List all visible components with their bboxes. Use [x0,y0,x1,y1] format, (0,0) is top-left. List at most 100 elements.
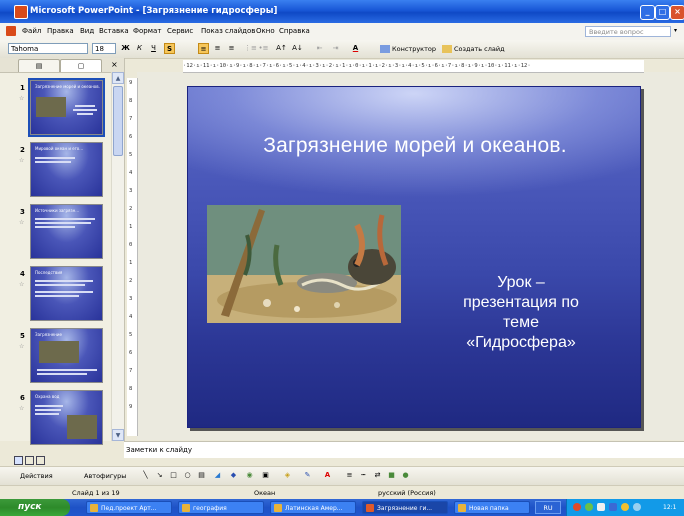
normal-view-icon[interactable] [14,456,23,465]
menu-format[interactable]: Формат [133,27,161,35]
taskbar-item[interactable]: география [178,501,264,514]
ie-icon [90,504,98,512]
scroll-thumb[interactable] [113,86,123,156]
actions-menu[interactable]: Действия [20,472,53,480]
slide-thumbnail-3[interactable]: Источники загрязн… [30,204,103,259]
numbering-icon[interactable]: ⋮≡ [244,43,257,54]
close-panel-icon[interactable]: × [111,60,118,69]
diagram-icon[interactable]: ◆ [228,470,239,481]
sorter-view-icon[interactable] [25,456,34,465]
tray-icon[interactable] [609,503,617,511]
thumbnail-title: Источники загрязн… [35,208,80,213]
bullets-icon[interactable]: •≡ [258,43,269,54]
tray-icon[interactable] [621,503,629,511]
text-color-icon[interactable]: A [322,470,333,481]
clock[interactable]: 12:1 [663,499,676,516]
picture-icon[interactable]: ▣ [260,470,271,481]
slideshow-view-icon[interactable] [36,456,45,465]
align-center-button[interactable]: ≡ [212,43,223,54]
notes-pane[interactable]: Заметки к слайду [124,441,684,458]
designer-button[interactable]: Конструктор [392,45,436,53]
thumbnail-title: Охрана вод [35,394,60,399]
increase-indent-icon[interactable]: ⇥ [330,43,341,54]
language-indicator[interactable]: RU [535,501,561,514]
font-size-field[interactable]: 18 [92,43,116,54]
ruler-tick: 7 [129,368,133,374]
menu-file[interactable]: Файл [22,27,41,35]
shadow-button[interactable]: S [164,43,175,54]
textbox-icon[interactable]: ▤ [196,470,207,481]
thumbnail-text-line [37,373,87,375]
slide-subtitle[interactable]: Урок – презентация по теме «Гидросфера» [436,273,606,353]
tab-outline[interactable]: ▤ [18,59,60,72]
fill-color-icon[interactable]: ◈ [282,470,293,481]
menu-insert[interactable]: Вставка [99,27,129,35]
line-style-icon[interactable]: ≡ [344,470,355,481]
scroll-down-icon[interactable]: ▼ [112,429,124,441]
start-button[interactable]: пуск [0,499,70,516]
decrease-indent-icon[interactable]: ⇤ [314,43,325,54]
clipart-icon[interactable]: ◉ [244,470,255,481]
arrow-style-icon[interactable]: ⇄ [372,470,383,481]
taskbar-item-active[interactable]: Загрязнение ги... [362,501,448,514]
font-name-field[interactable]: Tahoma [8,43,88,54]
designer-icon[interactable] [380,45,390,53]
folder-icon [458,504,466,512]
italic-button[interactable]: К [134,43,145,54]
slide-thumbnail-2[interactable]: Мировой океан и его… [30,142,103,197]
close-button[interactable]: × [670,5,684,20]
system-tray: 12:1 [566,499,684,516]
scroll-up-icon[interactable]: ▲ [112,72,124,84]
increase-font-icon[interactable]: A↑ [276,43,287,54]
slides-scrollbar[interactable]: ▲ ▼ [111,72,124,441]
slide-title[interactable]: Загрязнение морей и океанов. [188,134,640,158]
slide-thumbnail-6[interactable]: Охрана вод [30,390,103,445]
align-right-button[interactable]: ≡ [226,43,237,54]
underwater-picture[interactable] [207,205,401,323]
taskbar-item-label: Латинская Амер... [285,505,343,512]
slide-thumbnail-1[interactable]: Загрязнение морей и океанов. [28,78,105,137]
slide-thumbnail-5[interactable]: Загрязнение [30,328,103,383]
powerpoint-app-icon[interactable] [14,5,28,19]
3d-style-icon[interactable]: ● [400,470,411,481]
line-icon[interactable]: ╲ [140,470,151,481]
menu-help[interactable]: Справка [279,27,310,35]
document-icon[interactable] [6,26,16,36]
taskbar-item[interactable]: Пед.проект Арт... [86,501,172,514]
new-slide-icon[interactable] [442,45,452,53]
font-color-button[interactable]: A [350,43,361,54]
slide-thumbnail-4[interactable]: Последствия [30,266,103,321]
maximize-button[interactable]: □ [655,5,670,20]
oval-icon[interactable]: ○ [182,470,193,481]
decrease-font-icon[interactable]: A↓ [292,43,303,54]
minimize-button[interactable]: _ [640,5,655,20]
tray-icon[interactable] [597,503,605,511]
line-color-icon[interactable]: ✎ [302,470,313,481]
taskbar-item[interactable]: Новая папка [454,501,530,514]
align-left-button[interactable]: ≡ [198,43,209,54]
menu-tools[interactable]: Сервис [167,27,193,35]
menu-slideshow[interactable]: Показ слайдов [201,27,255,35]
menu-edit[interactable]: Правка [47,27,74,35]
new-slide-button[interactable]: Создать слайд [454,45,505,53]
bold-button[interactable]: Ж [120,43,131,54]
taskbar-item[interactable]: Латинская Амер... [270,501,356,514]
autoshapes-menu[interactable]: Автофигуры [84,472,126,480]
current-slide[interactable]: Загрязнение морей и океанов. Урок – през… [187,86,641,428]
tray-icon[interactable] [573,503,581,511]
shadow-style-icon[interactable]: ■ [386,470,397,481]
menu-view[interactable]: Вид [80,27,94,35]
chevron-down-icon[interactable]: ▾ [674,27,677,34]
subtitle-line: презентация по [463,294,579,311]
thumbnail-text-line [35,280,93,282]
tab-slides[interactable]: ▢ [60,59,102,72]
tray-icon[interactable] [585,503,593,511]
help-question-input[interactable]: Введите вопрос [585,26,671,37]
menu-window[interactable]: Окно [256,27,275,35]
rectangle-icon[interactable]: □ [168,470,179,481]
arrow-icon[interactable]: ↘ [154,470,165,481]
tray-icon[interactable] [633,503,641,511]
dash-style-icon[interactable]: ┅ [358,470,369,481]
underline-button[interactable]: Ч [148,43,159,54]
wordart-icon[interactable]: ◢ [212,470,223,481]
